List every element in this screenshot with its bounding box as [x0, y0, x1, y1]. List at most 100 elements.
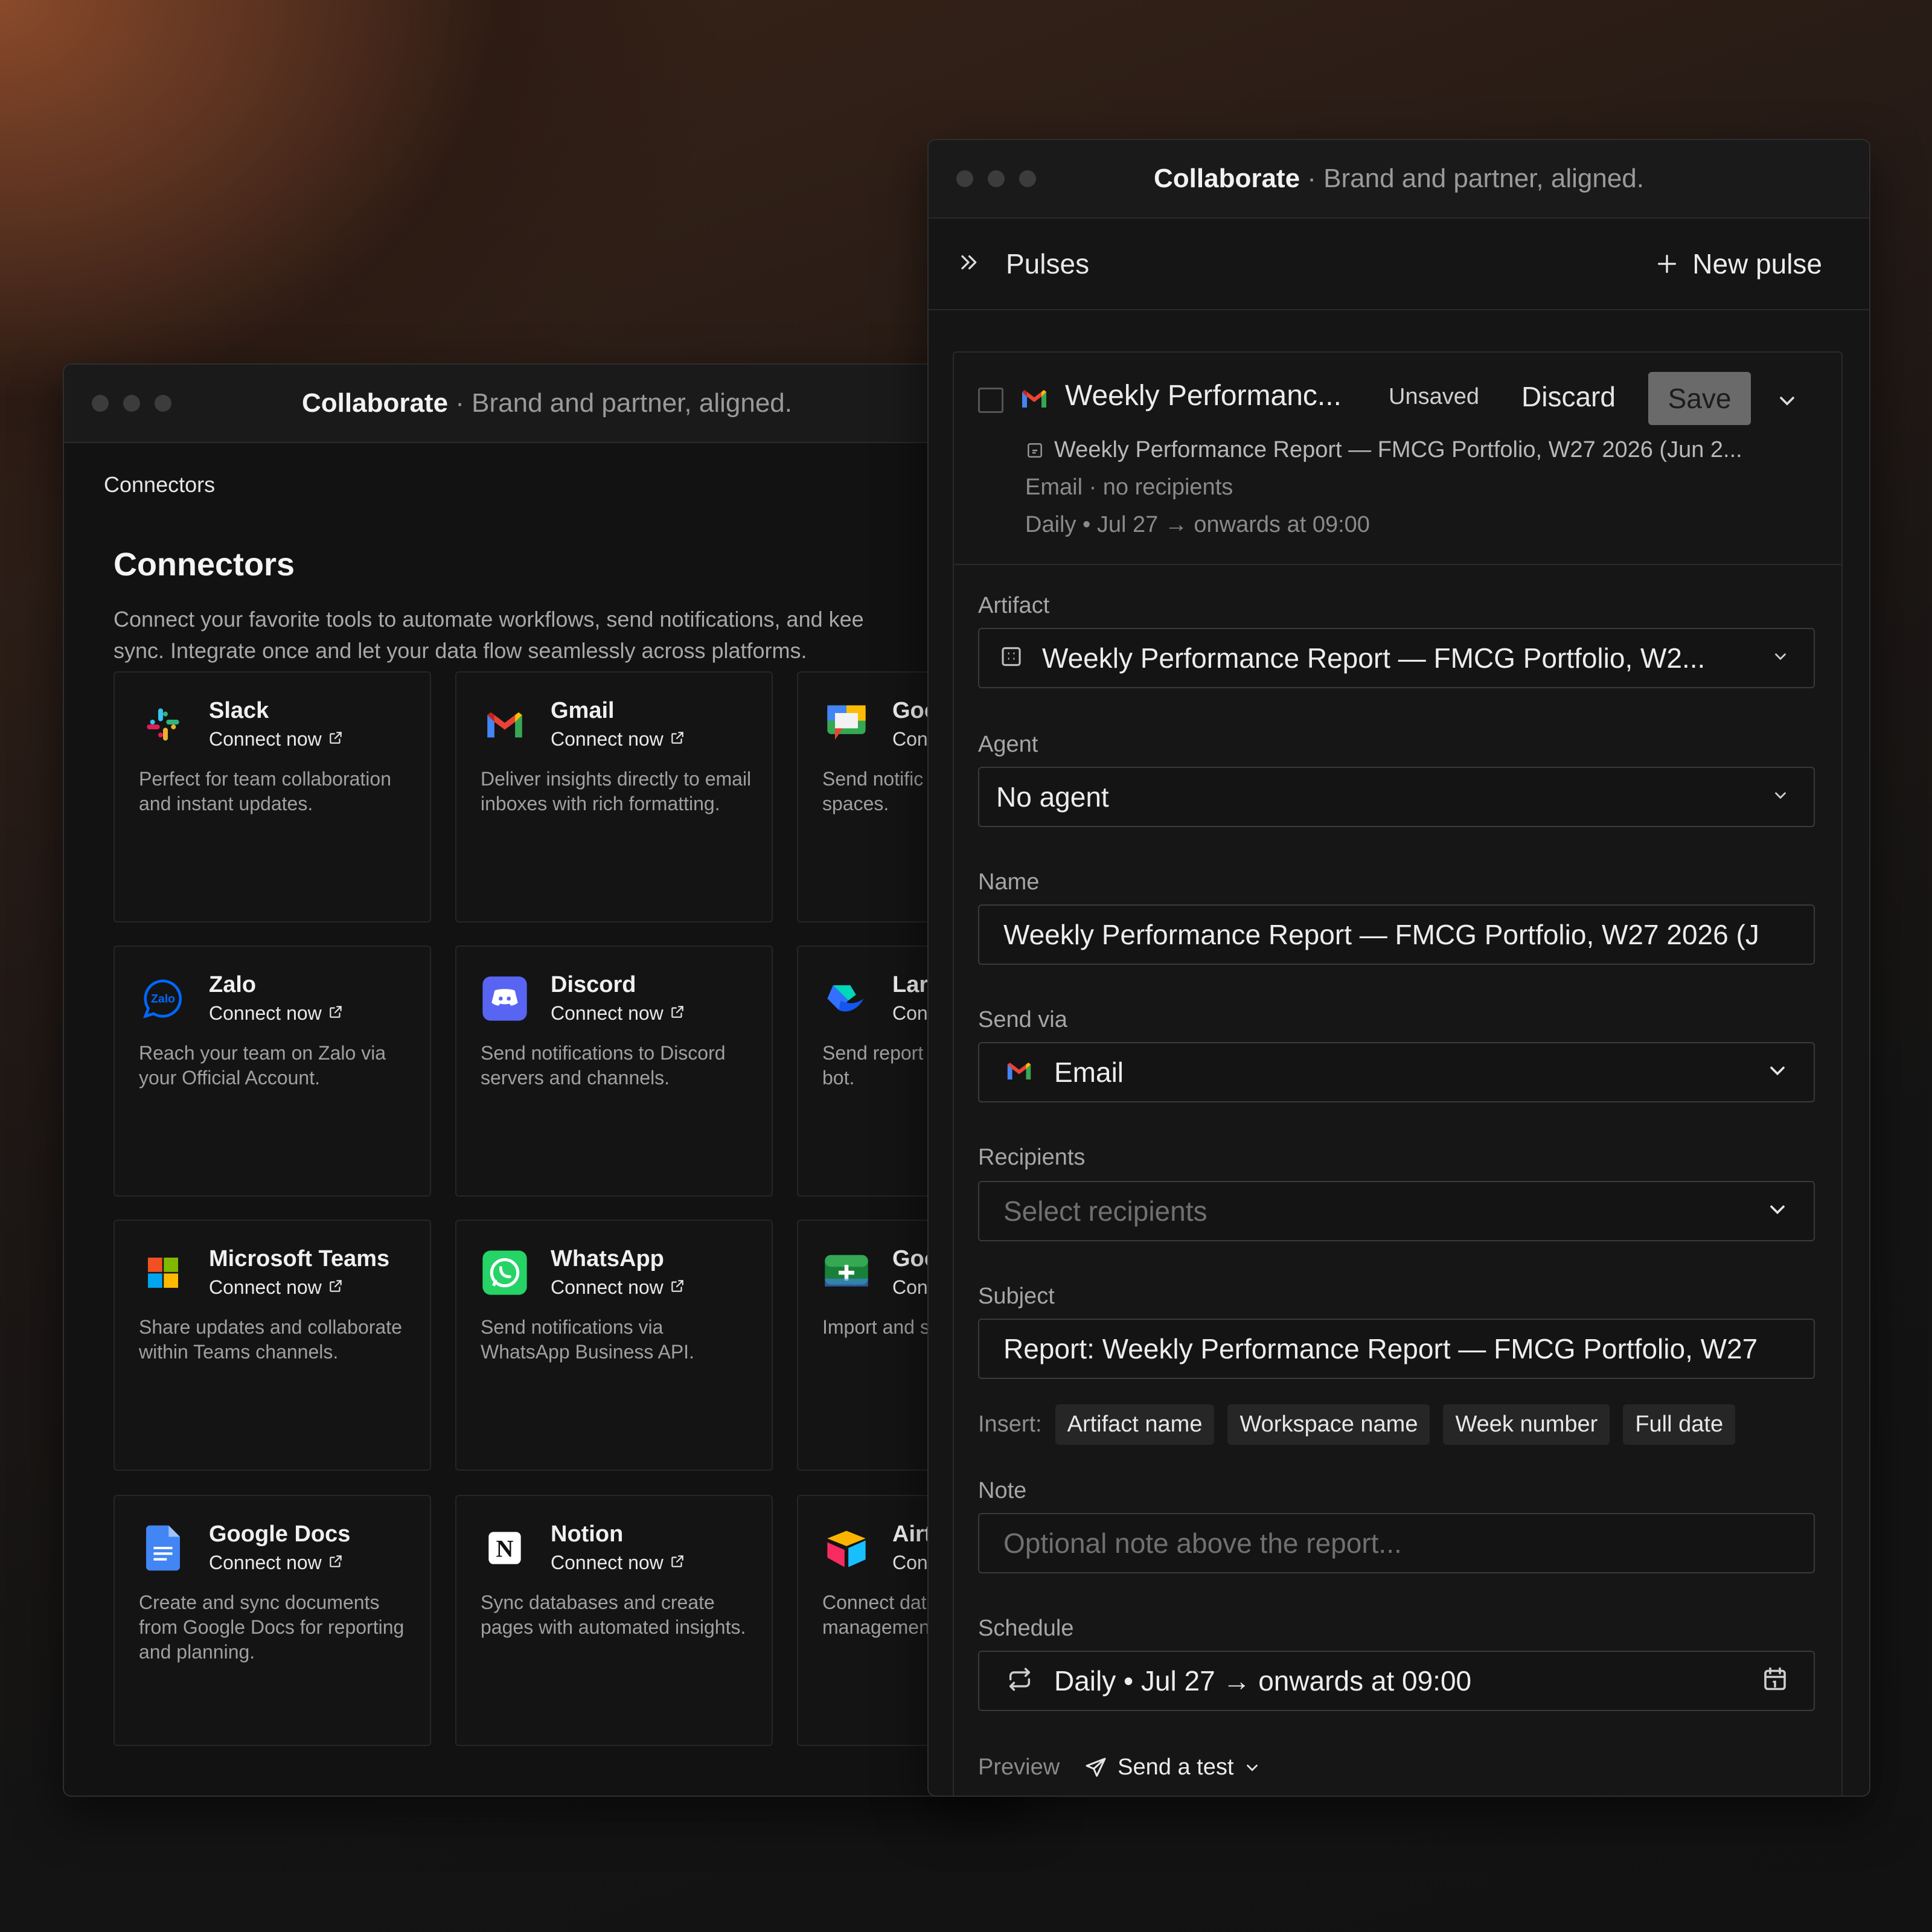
connectors-window: Collaborate · Brand and partner, aligned…	[63, 363, 1031, 1797]
breadcrumb: Connectors	[104, 472, 216, 497]
google-docs-icon	[139, 1524, 187, 1572]
name-label: Name	[978, 869, 1040, 895]
connector-description: Perfect for team collaboration and insta…	[139, 768, 391, 814]
connector-description: Create and sync documents from Google Do…	[139, 1591, 405, 1663]
slack-icon	[139, 700, 187, 749]
connector-card[interactable]: WhatsApp Connect now Send notifications vi…	[455, 1220, 773, 1471]
pulse-artifact-line: Weekly Performance Report — FMCG Portfol…	[1025, 437, 1742, 463]
chevron-down-icon	[1765, 1059, 1790, 1086]
connect-now-link[interactable]: Connect now	[209, 728, 344, 750]
chevron-down-icon	[1247, 1764, 1258, 1771]
chevron-down-icon	[1771, 787, 1790, 808]
connect-now-link[interactable]: Con	[892, 1276, 928, 1299]
connect-now-link[interactable]: Connect now	[551, 1276, 685, 1299]
external-link-icon	[670, 1276, 685, 1299]
connector-card[interactable]: Microsoft Teams Connect now Share updates …	[114, 1220, 431, 1471]
connector-name: Discord	[551, 972, 636, 997]
connector-card[interactable]: N Notion Connect now Sync databases and cre…	[455, 1495, 773, 1746]
chevron-down-icon	[1771, 648, 1790, 669]
report-icon	[999, 644, 1024, 673]
connect-now-link[interactable]: Connect now	[209, 1276, 344, 1299]
connector-description: Send notifications to Discord servers an…	[481, 1042, 726, 1089]
calendar-icon[interactable]	[1761, 1665, 1790, 1697]
connector-card[interactable]: Google Docs Connect now Create and sync do…	[114, 1495, 431, 1746]
schedule-label: Schedule	[978, 1616, 1074, 1641]
connector-name: WhatsApp	[551, 1246, 664, 1271]
name-input[interactable]: Weekly Performance Report — FMCG Portfol…	[978, 904, 1815, 965]
page-description: Connect your favorite tools to automate …	[114, 607, 864, 663]
report-icon	[1028, 443, 1042, 458]
external-link-icon	[328, 1276, 344, 1299]
connectors-page: Connectors Connectors Connect your favor…	[64, 443, 1030, 1796]
connect-now-link[interactable]: Connect now	[551, 1552, 685, 1574]
artifact-value: Weekly Performance Report — FMCG Portfol…	[1042, 642, 1706, 674]
connect-now-link[interactable]: Connect now	[551, 1002, 685, 1025]
insert-chip-full-date[interactable]: Full date	[1623, 1404, 1736, 1445]
connector-card[interactable]: Zalo Zalo Connect now Reach your team on Za…	[114, 945, 431, 1197]
whatsapp-icon	[481, 1249, 529, 1297]
google-chat-icon	[822, 700, 871, 749]
preview-row: Preview Send a test	[978, 1754, 1261, 1780]
pulse-checkbox[interactable]	[978, 388, 1003, 413]
pulse-channel-meta: Email · no recipients	[1025, 475, 1233, 500]
note-input[interactable]: Optional note above the report...	[978, 1513, 1815, 1573]
insert-chip-week-number[interactable]: Week number	[1443, 1404, 1610, 1445]
window-title: Collaborate · Brand and partner, aligned…	[1154, 164, 1644, 193]
schedule-picker[interactable]: Daily • Jul 27 → onwards at 09:00	[978, 1651, 1815, 1711]
connector-card[interactable]: Slack Connect now Perfect for team collabo…	[114, 671, 431, 923]
agent-label: Agent	[978, 732, 1038, 757]
insert-label: Insert:	[978, 1412, 1042, 1437]
connector-description: Deliver insights directly to email inbox…	[481, 768, 752, 814]
insert-chip-artifact-name[interactable]: Artifact name	[1055, 1404, 1215, 1445]
connector-description: Sync databases and create pages with aut…	[481, 1591, 746, 1638]
artifact-label: Artifact	[978, 593, 1050, 618]
pulses-header: Pulses New pulse	[929, 219, 1869, 310]
send-via-select[interactable]: Email	[978, 1042, 1815, 1102]
send-icon	[1086, 1758, 1106, 1777]
unsaved-badge: Unsaved	[1389, 384, 1479, 409]
expand-sidebar-icon[interactable]	[956, 251, 980, 278]
pulse-name: Weekly Performanc...	[1065, 380, 1342, 412]
zalo-icon: Zalo	[139, 974, 187, 1023]
microsoft-teams-icon	[139, 1249, 187, 1297]
new-pulse-button[interactable]: New pulse	[1655, 248, 1822, 280]
chevron-down-icon[interactable]	[1775, 389, 1799, 416]
new-pulse-label: New pulse	[1692, 248, 1822, 280]
external-link-icon	[328, 1002, 344, 1025]
connect-now-link[interactable]: Con	[892, 1552, 928, 1574]
connector-description: Share updates and collaborate within Tea…	[139, 1316, 402, 1363]
connector-name: Zalo	[209, 972, 257, 997]
connector-name: Google Docs	[209, 1521, 351, 1547]
send-test-button[interactable]: Send a test	[1084, 1754, 1261, 1780]
subject-input[interactable]: Report: Weekly Performance Report — FMCG…	[978, 1319, 1815, 1379]
recipients-select[interactable]: Select recipients	[978, 1181, 1815, 1241]
chevron-down-icon	[1765, 1198, 1790, 1225]
agent-select[interactable]: No agent	[978, 767, 1815, 827]
agent-value: No agent	[996, 781, 1109, 813]
subject-label: Subject	[978, 1284, 1055, 1309]
connector-card[interactable]: Discord Connect now Send notifications to …	[455, 945, 773, 1197]
connect-now-link[interactable]: Con	[892, 728, 928, 750]
recipients-label: Recipients	[978, 1145, 1086, 1170]
window-title: Collaborate · Brand and partner, aligned…	[302, 388, 792, 418]
gmail-icon	[1006, 1060, 1032, 1085]
page-title: Connectors	[114, 546, 295, 583]
insert-variables: Insert: Artifact name Workspace name Wee…	[978, 1404, 1736, 1445]
connect-now-link[interactable]: Con	[892, 1002, 928, 1025]
preview-label: Preview	[978, 1754, 1060, 1780]
discard-button[interactable]: Discard	[1521, 380, 1616, 413]
connect-now-link[interactable]: Connect now	[551, 728, 685, 750]
connect-now-link[interactable]: Connect now	[209, 1002, 344, 1025]
artifact-select[interactable]: Weekly Performance Report — FMCG Portfol…	[978, 628, 1815, 688]
pulse-summary: Weekly Performanc... Unsaved Discard Sav…	[954, 353, 1841, 565]
window-titlebar: Collaborate · Brand and partner, aligned…	[929, 140, 1869, 219]
window-titlebar: Collaborate · Brand and partner, aligned…	[64, 365, 1030, 443]
connector-card[interactable]: Gmail Connect now Deliver insights directl…	[455, 671, 773, 923]
recipients-placeholder: Select recipients	[1003, 1195, 1208, 1227]
connect-now-link[interactable]: Connect now	[209, 1552, 344, 1574]
send-via-value: Email	[1054, 1057, 1124, 1088]
insert-chip-workspace-name[interactable]: Workspace name	[1227, 1404, 1430, 1445]
connector-description: Send notifications via WhatsApp Business…	[481, 1316, 694, 1363]
save-button[interactable]: Save	[1648, 372, 1751, 425]
connector-name: Notion	[551, 1521, 624, 1547]
